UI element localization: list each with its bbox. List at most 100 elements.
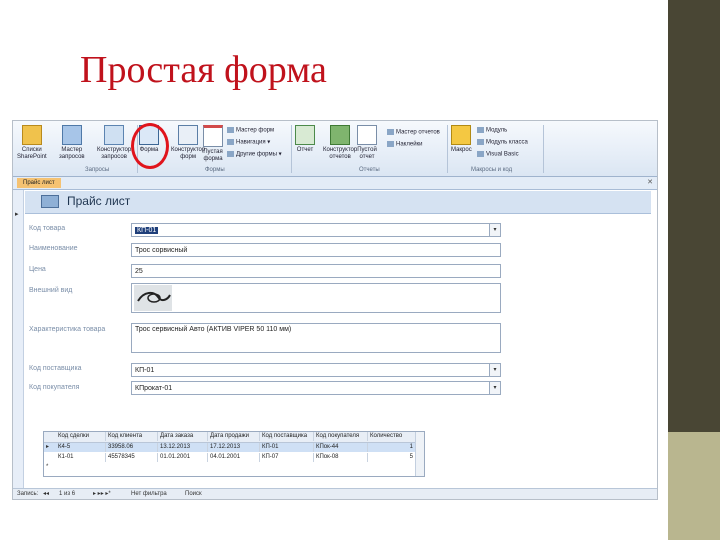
table-row[interactable]: ▸ К4-5 33958.06 13.12.2013 17.12.2013 КП… <box>44 443 424 452</box>
table-cell[interactable]: КПок-44 <box>314 443 368 452</box>
labels-icon <box>387 141 394 147</box>
table-cell[interactable]: К1-01 <box>56 453 106 462</box>
appearance-image-field[interactable] <box>131 283 501 313</box>
ribbon-macro[interactable]: Макрос <box>451 125 472 154</box>
record-pointer-icon: ▸ <box>15 211 19 218</box>
ribbon-form-designer[interactable]: Конструктор форм <box>171 125 205 161</box>
record-selector[interactable]: ▸ <box>13 190 24 490</box>
ribbon-labels[interactable]: Наклейки <box>387 141 423 149</box>
access-screenshot: Списки SharePoint Мастер запросов Констр… <box>12 120 658 500</box>
new-record-icon: * <box>46 464 49 470</box>
ribbon-blank-report[interactable]: Пустой отчет <box>357 125 377 161</box>
column-header[interactable]: Код сделки <box>56 432 106 441</box>
table-cell[interactable]: 45578345 <box>106 453 158 462</box>
ribbon: Списки SharePoint Мастер запросов Констр… <box>13 121 657 177</box>
table-cell[interactable]: КПок-08 <box>314 453 368 462</box>
table-cell[interactable]: КП-01 <box>260 443 314 452</box>
field-label-characteristics: Характеристика товара <box>29 326 106 333</box>
group-label-queries: Запросы <box>85 167 110 173</box>
ribbon-label: Списки SharePoint <box>17 147 47 160</box>
group-separator <box>291 125 292 173</box>
name-field[interactable]: Трос cорвисный <box>131 243 501 257</box>
group-label-reports: Отчеты <box>359 167 380 173</box>
slide-side-bar-dark <box>668 0 720 432</box>
ribbon-form-wizard[interactable]: Мастер форм <box>227 127 274 135</box>
query-wizard-icon <box>61 125 82 145</box>
column-header[interactable]: Код клиента <box>106 432 158 441</box>
field-label-product-code: Код товара <box>29 225 66 232</box>
ribbon-label: Конструктор форм <box>171 147 206 160</box>
field-label-price: Цена <box>29 266 46 273</box>
table-row[interactable]: К1-01 45578345 01.01.2001 04.01.2001 КП-… <box>44 453 424 462</box>
ribbon-label: Пустой отчет <box>357 147 377 160</box>
chevron-down-icon[interactable]: ▾ <box>489 364 500 376</box>
price-field[interactable]: 25 <box>131 264 501 278</box>
group-separator <box>447 125 448 173</box>
supplier-code-combo[interactable]: КП-01 ▾ <box>131 363 501 377</box>
form-header: Прайс лист <box>25 191 651 214</box>
ribbon-report[interactable]: Отчет <box>295 125 315 154</box>
report-design-icon <box>330 125 351 145</box>
document-tabbar: Прайс лист ✕ <box>13 177 657 190</box>
blank-form-icon <box>203 125 223 147</box>
chevron-down-icon[interactable]: ▾ <box>489 382 500 394</box>
new-record-row[interactable]: * <box>44 463 424 472</box>
document-tab[interactable]: Прайс лист <box>17 178 61 188</box>
field-label-appearance: Внешний вид <box>29 287 73 294</box>
table-cell[interactable]: 1 <box>368 443 416 452</box>
subform-datasheet[interactable]: Код сделки Код клиента Дата заказа Дата … <box>43 431 425 477</box>
search-input[interactable]: Поиск <box>185 490 202 498</box>
ribbon-query-designer[interactable]: Конструктор запросов <box>97 125 131 161</box>
characteristics-field[interactable]: Трос сервисный Авто (АКТИВ VIPER 50 110 … <box>131 323 501 353</box>
first-record-icon[interactable]: ◂◂ <box>43 490 49 498</box>
record-position[interactable]: 1 из 6 <box>59 490 75 498</box>
table-cell[interactable]: К4-5 <box>56 443 106 452</box>
navigation-icon <box>227 139 234 145</box>
report-wizard-icon <box>387 129 394 135</box>
ribbon-class-module[interactable]: Модуль класса <box>477 139 528 147</box>
ribbon-report-wizard[interactable]: Мастер отчетов <box>387 129 440 137</box>
slide-title: Простая форма <box>80 49 327 91</box>
next-record-icon[interactable]: ▸ ▸▸ ▸* <box>93 490 111 498</box>
ribbon-visual-basic[interactable]: Visual Basic <box>477 151 519 159</box>
close-icon[interactable]: ✕ <box>647 178 653 186</box>
table-cell[interactable]: КП-07 <box>260 453 314 462</box>
ribbon-label: Пустая форма <box>203 149 223 162</box>
column-header[interactable]: Дата продажи <box>208 432 260 441</box>
product-code-combo[interactable]: КП-01 ▾ <box>131 223 501 237</box>
column-header[interactable]: Дата заказа <box>158 432 208 441</box>
ribbon-query-wizard[interactable]: Мастер запросов <box>59 125 85 161</box>
highlight-circle <box>131 123 169 169</box>
ribbon-module[interactable]: Модуль <box>477 127 507 135</box>
ribbon-navigation[interactable]: Навигация ▾ <box>227 139 270 147</box>
form-title: Прайс лист <box>67 194 131 208</box>
chevron-down-icon[interactable]: ▾ <box>489 224 500 236</box>
form-wizard-icon <box>227 127 234 133</box>
column-header[interactable]: Код поставщика <box>260 432 314 441</box>
table-cell[interactable]: 01.01.2001 <box>158 453 208 462</box>
report-icon <box>295 125 315 145</box>
table-cell[interactable]: 13.12.2013 <box>158 443 208 452</box>
table-cell[interactable]: 5 <box>368 453 416 462</box>
field-label-supplier-code: Код поставщика <box>29 365 82 372</box>
query-design-icon <box>104 125 125 145</box>
group-label-forms: Формы <box>205 167 225 173</box>
buyer-code-combo[interactable]: КПрокат-01 ▾ <box>131 381 501 395</box>
ribbon-label: Макрос <box>451 147 472 153</box>
column-header[interactable]: Количество <box>368 432 416 441</box>
column-header[interactable]: Код покупателя <box>314 432 368 441</box>
ribbon-more-forms[interactable]: Другие формы ▾ <box>227 151 282 159</box>
ribbon-blank-form[interactable]: Пустая форма <box>203 125 223 163</box>
ribbon-label: Мастер запросов <box>59 147 85 160</box>
product-photo <box>134 285 172 311</box>
table-cell[interactable]: 04.01.2001 <box>208 453 260 462</box>
module-icon <box>477 127 484 133</box>
ribbon-report-designer[interactable]: Конструктор отчетов <box>323 125 357 161</box>
table-cell[interactable]: 33958.06 <box>106 443 158 452</box>
subform-scrollbar[interactable] <box>415 432 424 476</box>
filter-status[interactable]: Нет фильтра <box>131 490 167 498</box>
ribbon-sharepoint-lists[interactable]: Списки SharePoint <box>17 125 47 161</box>
table-cell[interactable]: 17.12.2013 <box>208 443 260 452</box>
field-label-name: Наименование <box>29 245 78 252</box>
vba-icon <box>477 151 484 157</box>
